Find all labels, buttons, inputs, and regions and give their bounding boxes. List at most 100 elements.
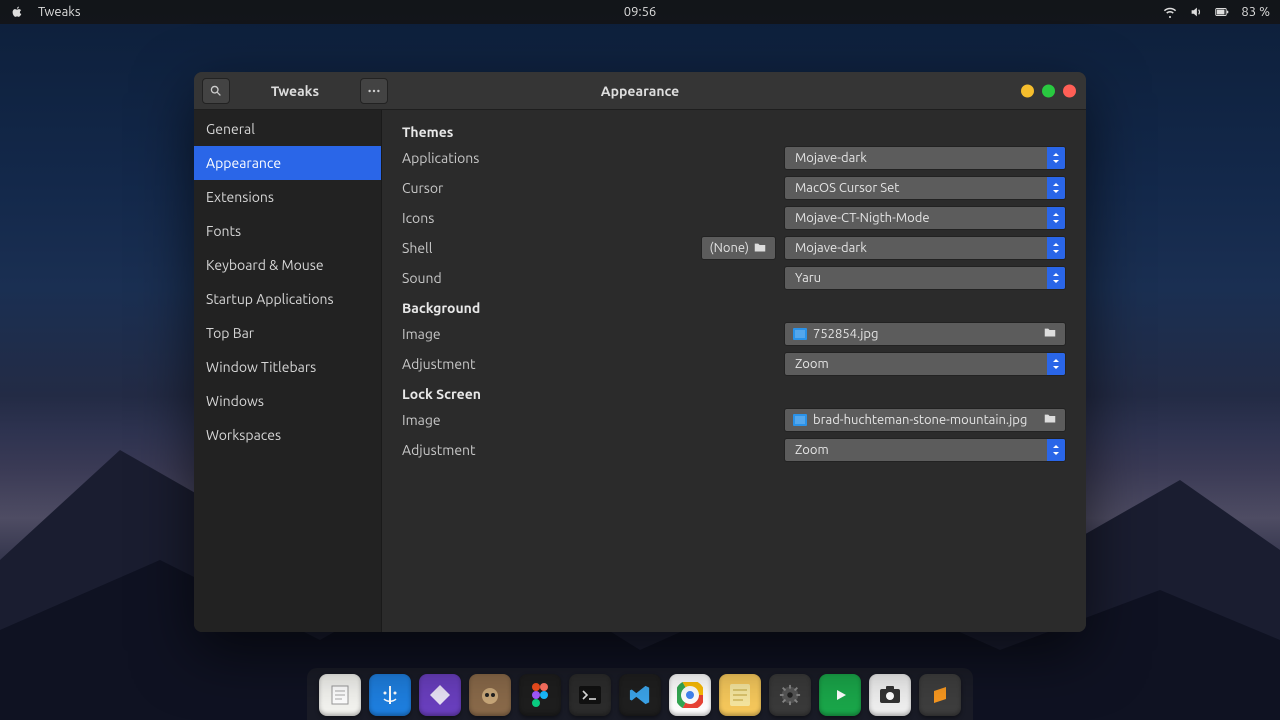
finder-icon [378,683,402,707]
dock-app-screenshot[interactable] [869,674,911,716]
diamond-icon [429,684,451,706]
dock-app-files[interactable] [369,674,411,716]
notepad-icon [328,683,352,707]
sidebar-item-windows[interactable]: Windows [194,384,381,418]
combo-cursor[interactable]: MacOS Cursor Set [784,176,1066,200]
dock [307,668,973,720]
folder-icon [1043,326,1057,343]
file-ls-image[interactable]: brad-huchteman-stone-mountain.jpg [784,408,1066,432]
chevron-updown-icon [1047,237,1065,259]
row-ls-adjustment: Adjustment Zoom [402,436,1066,464]
window-close-button[interactable] [1063,84,1076,97]
row-applications: Applications Mojave-dark [402,144,1066,172]
row-shell: Shell (None) Mojave-dark [402,234,1066,262]
menubar-app-name[interactable]: Tweaks [38,5,80,19]
window-title-center: Appearance [601,83,679,99]
section-lockscreen-heading: Lock Screen [402,386,1066,402]
row-bg-image: Image 752854.jpg [402,320,1066,348]
chrome-icon [677,682,703,708]
label-shell: Shell [402,240,701,256]
row-bg-adjustment: Adjustment Zoom [402,350,1066,378]
gear-icon [779,684,801,706]
apple-menu-icon[interactable] [10,5,24,19]
menubar-clock[interactable]: 09:56 [624,5,657,19]
label-applications: Applications [402,150,784,166]
shell-browse-button[interactable]: (None) [701,236,776,260]
dock-app-inkscape[interactable] [419,674,461,716]
battery-icon[interactable] [1215,5,1229,19]
label-ls-image: Image [402,412,784,428]
search-button[interactable] [202,78,230,104]
image-thumb-icon [793,328,807,340]
section-background-heading: Background [402,300,1066,316]
combo-shell[interactable]: Mojave-dark [784,236,1066,260]
dock-app-terminal[interactable] [569,674,611,716]
sidebar: GeneralAppearanceExtensionsFontsKeyboard… [194,110,382,632]
chevron-updown-icon [1047,353,1065,375]
battery-percent: 83 % [1241,5,1270,19]
sidebar-item-window-titlebars[interactable]: Window Titlebars [194,350,381,384]
hamburger-menu-button[interactable] [360,78,388,104]
camera-icon [879,685,901,705]
dock-app-sublime[interactable] [919,674,961,716]
row-ls-image: Image brad-huchteman-stone-mountain.jpg [402,406,1066,434]
window-title-left: Tweaks [236,83,354,99]
chevron-updown-icon [1047,439,1065,461]
combo-applications[interactable]: Mojave-dark [784,146,1066,170]
chevron-updown-icon [1047,147,1065,169]
window-controls [1021,84,1076,97]
label-ls-adjustment: Adjustment [402,442,784,458]
dock-app-gimp[interactable] [469,674,511,716]
combo-ls-adjustment[interactable]: Zoom [784,438,1066,462]
window-maximize-button[interactable] [1042,84,1055,97]
sidebar-item-startup-applications[interactable]: Startup Applications [194,282,381,316]
dock-app-chrome[interactable] [669,674,711,716]
dock-app-notes[interactable] [719,674,761,716]
combo-icons[interactable]: Mojave-CT-Nigth-Mode [784,206,1066,230]
combo-sound[interactable]: Yaru [784,266,1066,290]
row-cursor: Cursor MacOS Cursor Set [402,174,1066,202]
row-icons: Icons Mojave-CT-Nigth-Mode [402,204,1066,232]
notes-icon [730,684,750,706]
play-icon [829,684,851,706]
chevron-updown-icon [1047,207,1065,229]
folder-icon [753,241,767,255]
figma-icon [530,683,550,707]
label-bg-image: Image [402,326,784,342]
wifi-icon[interactable] [1163,5,1177,19]
sidebar-item-workspaces[interactable]: Workspaces [194,418,381,452]
sidebar-item-fonts[interactable]: Fonts [194,214,381,248]
sidebar-item-extensions[interactable]: Extensions [194,180,381,214]
image-thumb-icon [793,414,807,426]
volume-icon[interactable] [1189,5,1203,19]
window-minimize-button[interactable] [1021,84,1034,97]
combo-bg-adjustment[interactable]: Zoom [784,352,1066,376]
folder-icon [1043,412,1057,429]
dock-app-textedit[interactable] [319,674,361,716]
chevron-updown-icon [1047,177,1065,199]
dock-app-media[interactable] [819,674,861,716]
sidebar-item-general[interactable]: General [194,112,381,146]
sidebar-item-appearance[interactable]: Appearance [194,146,381,180]
chevron-updown-icon [1047,267,1065,289]
label-cursor: Cursor [402,180,784,196]
section-themes-heading: Themes [402,124,1066,140]
window-titlebar[interactable]: Tweaks Appearance [194,72,1086,110]
sublime-icon [930,685,950,705]
label-sound: Sound [402,270,784,286]
vscode-icon [629,684,651,706]
label-icons: Icons [402,210,784,226]
dock-app-settings[interactable] [769,674,811,716]
dock-app-figma[interactable] [519,674,561,716]
system-menubar: Tweaks 09:56 83 % [0,0,1280,24]
content-pane: Themes Applications Mojave-dark Cursor M… [382,110,1086,632]
gimp-icon [479,684,501,706]
dock-app-vscode[interactable] [619,674,661,716]
terminal-icon [579,686,601,704]
tweaks-window: Tweaks Appearance GeneralAppearanceExten… [194,72,1086,632]
sidebar-item-top-bar[interactable]: Top Bar [194,316,381,350]
row-sound: Sound Yaru [402,264,1066,292]
sidebar-item-keyboard-mouse[interactable]: Keyboard & Mouse [194,248,381,282]
file-bg-image[interactable]: 752854.jpg [784,322,1066,346]
label-bg-adjustment: Adjustment [402,356,784,372]
